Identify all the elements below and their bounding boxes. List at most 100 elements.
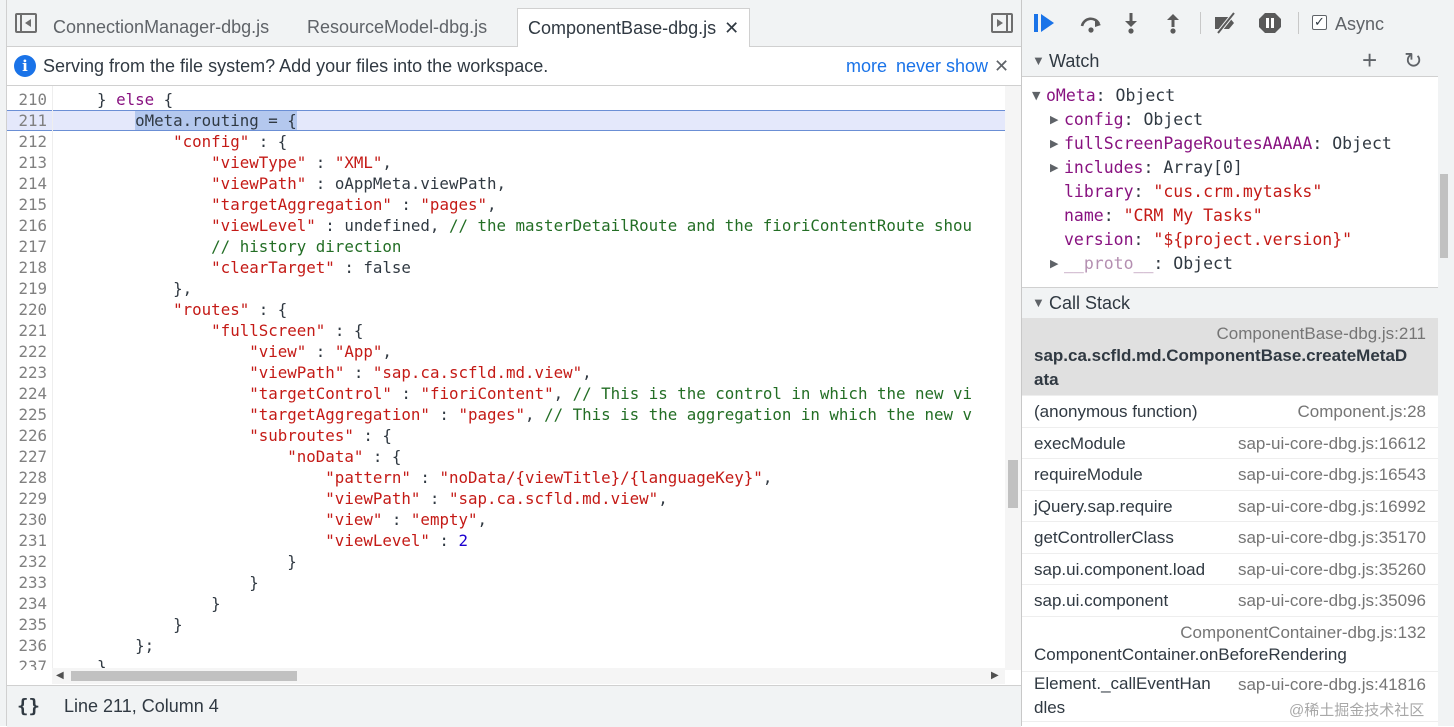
infobar-never-show-link[interactable]: never show xyxy=(896,47,988,85)
watch-row[interactable]: name: "CRM My Tasks" xyxy=(1050,204,1263,228)
infobar-close-icon[interactable]: ✕ xyxy=(994,47,1009,85)
refresh-watch-icon[interactable]: ↻ xyxy=(1404,46,1422,76)
toggle-navigator-icon[interactable] xyxy=(15,13,37,33)
code-line[interactable]: 236 }; xyxy=(7,635,1005,656)
line-number[interactable]: 225 xyxy=(7,404,47,425)
watch-row[interactable]: library: "cus.crm.mytasks" xyxy=(1050,180,1322,204)
code-line[interactable]: 235 } xyxy=(7,614,1005,635)
line-number[interactable]: 236 xyxy=(7,635,47,656)
watch-row[interactable]: ▶ fullScreenPageRoutesAAAAA: Object xyxy=(1050,132,1392,156)
code-line[interactable]: 232 } xyxy=(7,551,1005,572)
tab-resourcemodel[interactable]: ResourceModel-dbg.js xyxy=(297,8,497,46)
expand-triangle-icon[interactable]: ▶ xyxy=(1050,108,1064,132)
line-number[interactable]: 210 xyxy=(7,89,47,110)
line-number[interactable]: 237 xyxy=(7,656,47,670)
line-number[interactable]: 211 xyxy=(7,111,47,130)
code-line[interactable]: 219 }, xyxy=(7,278,1005,299)
code-line[interactable]: 228 "pattern" : "noData/{viewTitle}/{lan… xyxy=(7,467,1005,488)
callstack-frame[interactable]: sap.ui.component sap-ui-core-dbg.js:35096 xyxy=(1022,585,1438,617)
expand-triangle-icon[interactable]: ▼ xyxy=(1032,84,1046,108)
async-checkbox[interactable]: ✓ xyxy=(1312,15,1327,30)
frame-location[interactable]: sap-ui-core-dbg.js:16612 xyxy=(1238,428,1426,460)
editor-vertical-scroll-thumb[interactable] xyxy=(1008,460,1018,508)
tab-close-icon[interactable]: ✕ xyxy=(724,18,739,38)
watch-row[interactable]: ▼ oMeta: Object xyxy=(1032,84,1175,108)
tab-componentbase[interactable]: ComponentBase-dbg.js ✕ xyxy=(517,8,751,47)
code-line[interactable]: 225 "targetAggregation" : "pages", // Th… xyxy=(7,404,1005,425)
code-line[interactable]: 214 "viewPath" : oAppMeta.viewPath, xyxy=(7,173,1005,194)
tab-connectionmanager[interactable]: ConnectionManager-dbg.js xyxy=(43,8,279,46)
line-number[interactable]: 223 xyxy=(7,362,47,383)
code-line[interactable]: 230 "view" : "empty", xyxy=(7,509,1005,530)
line-number[interactable]: 215 xyxy=(7,194,47,215)
toggle-debugger-icon[interactable] xyxy=(991,13,1013,33)
callstack-section-header[interactable]: ▼ Call Stack xyxy=(1022,287,1438,319)
code-editor[interactable]: 210 } else {211 oMeta.routing = {212 "co… xyxy=(7,86,1021,670)
frame-location[interactable]: sap-ui-core-dbg.js:35260 xyxy=(1238,554,1426,586)
frame-location[interactable]: sap-ui-core-dbg.js:41816 xyxy=(1238,672,1426,698)
code-line[interactable]: 217 // history direction xyxy=(7,236,1005,257)
line-number[interactable]: 218 xyxy=(7,257,47,278)
line-number[interactable]: 231 xyxy=(7,530,47,551)
code-line[interactable]: 229 "viewPath" : "sap.ca.scfld.md.view", xyxy=(7,488,1005,509)
line-number[interactable]: 229 xyxy=(7,488,47,509)
resume-icon[interactable] xyxy=(1032,11,1058,35)
line-number[interactable]: 232 xyxy=(7,551,47,572)
line-number[interactable]: 230 xyxy=(7,509,47,530)
callstack-frame[interactable]: sap.ui.component.load sap-ui-core-dbg.js:… xyxy=(1022,554,1438,586)
code-line[interactable]: 211 oMeta.routing = { xyxy=(7,110,1005,131)
callstack-frame[interactable]: (anonymous function) Component.js:28 xyxy=(1022,396,1438,428)
step-out-icon[interactable] xyxy=(1160,11,1186,35)
step-over-icon[interactable] xyxy=(1078,11,1104,35)
callstack-frame[interactable]: execModule sap-ui-core-dbg.js:16612 xyxy=(1022,428,1438,460)
frame-location[interactable]: sap-ui-core-dbg.js:16543 xyxy=(1238,459,1426,491)
pause-on-exceptions-icon[interactable] xyxy=(1257,11,1283,35)
sidebar-scrollbar[interactable] xyxy=(1438,46,1454,726)
code-line[interactable]: 223 "viewPath" : "sap.ca.scfld.md.view", xyxy=(7,362,1005,383)
code-line[interactable]: 234 } xyxy=(7,593,1005,614)
frame-location[interactable]: sap-ui-core-dbg.js:35170 xyxy=(1238,522,1426,554)
deactivate-breakpoints-icon[interactable] xyxy=(1212,11,1238,35)
line-number[interactable]: 220 xyxy=(7,299,47,320)
code-line[interactable]: 215 "targetAggregation" : "pages", xyxy=(7,194,1005,215)
watch-row[interactable]: ▶ includes: Array[0] xyxy=(1050,156,1243,180)
code-line[interactable]: 222 "view" : "App", xyxy=(7,341,1005,362)
code-line[interactable]: 227 "noData" : { xyxy=(7,446,1005,467)
line-number[interactable]: 228 xyxy=(7,467,47,488)
line-number[interactable]: 221 xyxy=(7,320,47,341)
code-line[interactable]: 231 "viewLevel" : 2 xyxy=(7,530,1005,551)
editor-horizontal-scroll-thumb[interactable] xyxy=(71,671,297,681)
scroll-right-icon[interactable]: ▶ xyxy=(991,670,999,681)
line-number[interactable]: 222 xyxy=(7,341,47,362)
callstack-frame[interactable]: jQuery.sap.require sap-ui-core-dbg.js:169… xyxy=(1022,491,1438,522)
code-line[interactable]: 210 } else { xyxy=(7,89,1005,110)
callstack-frame[interactable]: getControllerClass sap-ui-core-dbg.js:351… xyxy=(1022,522,1438,554)
code-line[interactable]: 224 "targetControl" : "fioriContent", //… xyxy=(7,383,1005,404)
line-number[interactable]: 219 xyxy=(7,278,47,299)
line-number[interactable]: 214 xyxy=(7,173,47,194)
callstack-frame[interactable]: sap.ca.scfld.md.ComponentBase.createMeta… xyxy=(1022,318,1438,396)
frame-location[interactable]: ComponentBase-dbg.js:211 xyxy=(1217,322,1427,346)
sidebar-scroll-thumb[interactable] xyxy=(1440,174,1448,258)
line-number[interactable]: 234 xyxy=(7,593,47,614)
line-number[interactable]: 233 xyxy=(7,572,47,593)
scroll-left-icon[interactable]: ◀ xyxy=(56,670,64,681)
line-number[interactable]: 217 xyxy=(7,236,47,257)
callstack-frame[interactable]: ComponentContainer.onBeforeRendering Comp… xyxy=(1022,617,1438,672)
infobar-more-link[interactable]: more xyxy=(846,47,887,85)
code-line[interactable]: 216 "viewLevel" : undefined, // the mast… xyxy=(7,215,1005,236)
watch-row[interactable]: ▶ config: Object xyxy=(1050,108,1203,132)
line-number[interactable]: 226 xyxy=(7,425,47,446)
line-number[interactable]: 213 xyxy=(7,152,47,173)
watch-row[interactable]: version: "${project.version}" xyxy=(1050,228,1352,252)
line-number[interactable]: 227 xyxy=(7,446,47,467)
expand-triangle-icon[interactable]: ▶ xyxy=(1050,132,1064,156)
expand-triangle-icon[interactable]: ▶ xyxy=(1050,252,1064,276)
callstack-frame[interactable]: requireModule sap-ui-core-dbg.js:16543 xyxy=(1022,459,1438,491)
frame-location[interactable]: Component.js:28 xyxy=(1297,396,1426,428)
line-number[interactable]: 216 xyxy=(7,215,47,236)
step-into-icon[interactable] xyxy=(1118,11,1144,35)
code-line[interactable]: 233 } xyxy=(7,572,1005,593)
line-number[interactable]: 235 xyxy=(7,614,47,635)
add-watch-icon[interactable]: + xyxy=(1362,44,1377,76)
